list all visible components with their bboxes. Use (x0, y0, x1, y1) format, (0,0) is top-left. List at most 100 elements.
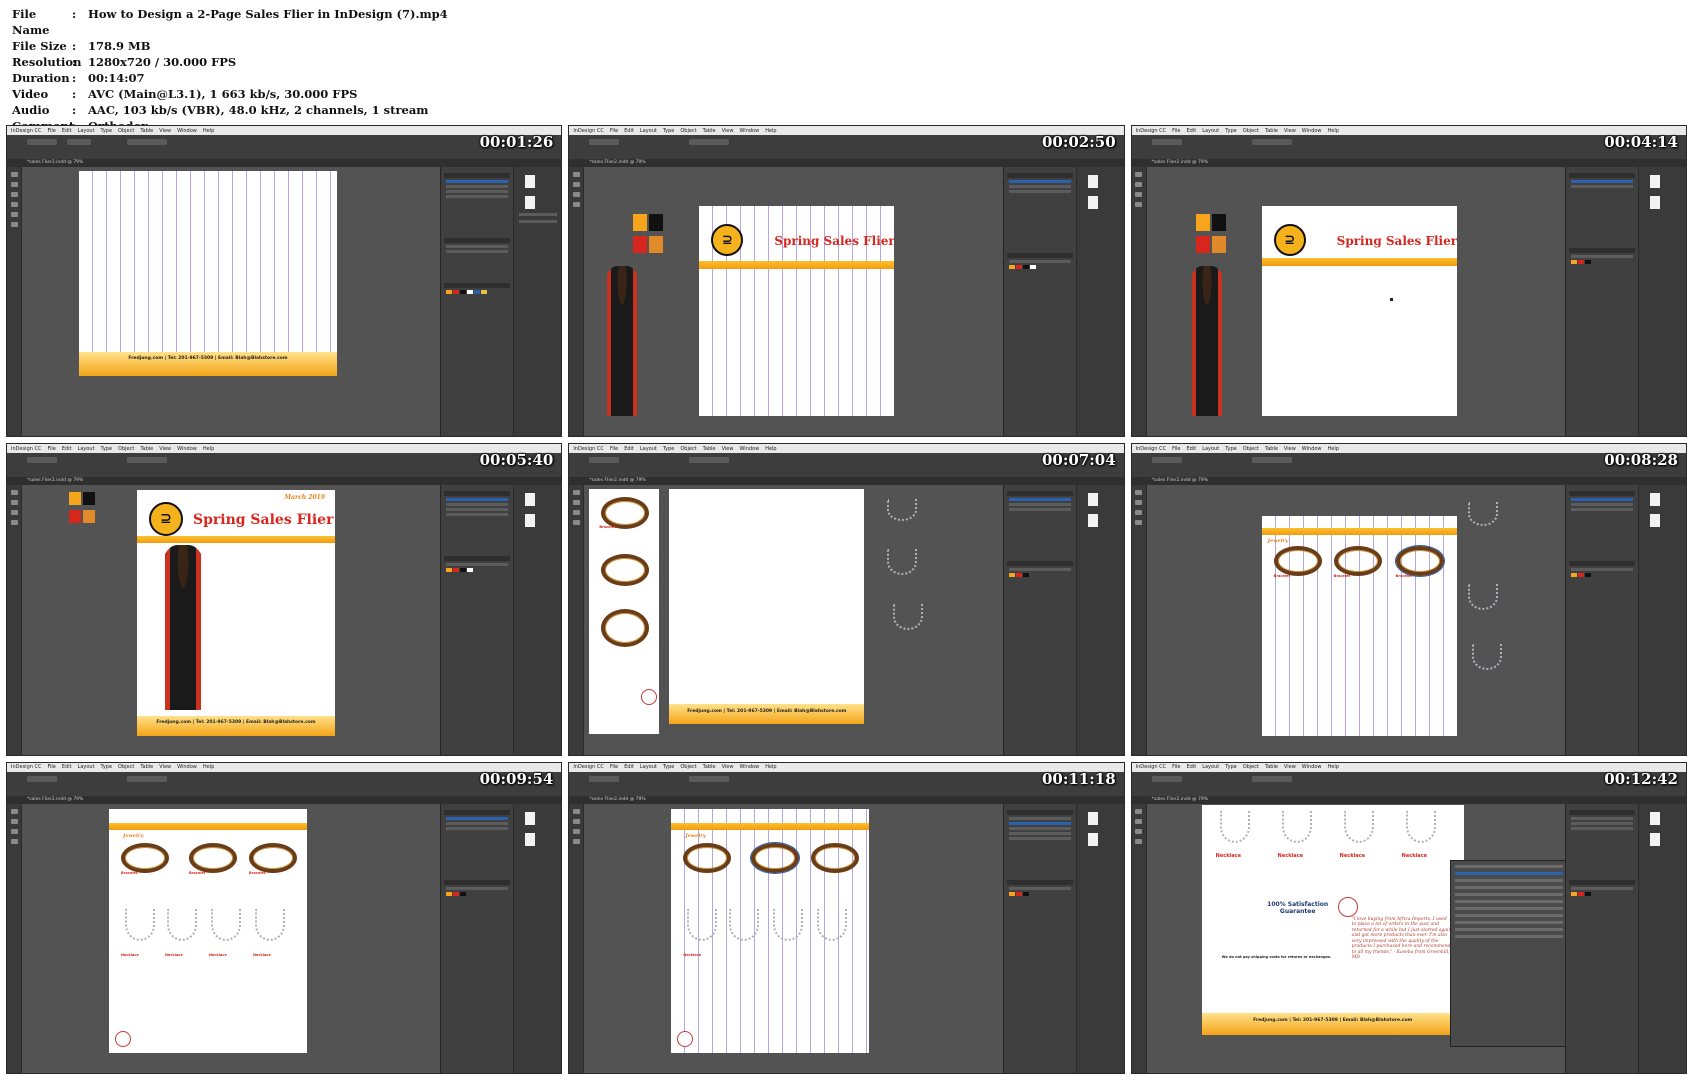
selection-tool-icon[interactable] (572, 490, 580, 496)
menu-item[interactable]: File (1172, 764, 1180, 770)
menu-item[interactable]: Help (765, 446, 776, 452)
menu-item[interactable]: Type (1225, 764, 1236, 770)
necklace-image[interactable] (1219, 810, 1250, 843)
document-page[interactable]: Jewelry Necklace (671, 808, 870, 1053)
bracelet-image[interactable] (1273, 546, 1322, 577)
necklace-image[interactable] (1281, 810, 1312, 843)
necklace-image[interactable] (817, 908, 848, 941)
menu-item[interactable]: Layout (1202, 446, 1219, 452)
pen-tool-icon[interactable] (10, 510, 18, 516)
menu-item[interactable]: View (1284, 764, 1296, 770)
bracelet-image[interactable] (683, 842, 732, 873)
pen-tool-icon[interactable] (10, 202, 18, 207)
necklace-image[interactable] (125, 908, 155, 941)
necklace-image[interactable] (887, 499, 918, 522)
thumbnail[interactable]: InDesign CC File Edit Layout Type Object… (1130, 443, 1687, 756)
footer-band[interactable] (669, 704, 865, 725)
document-tab[interactable]: *sales Flier2.indd @ 79% (1131, 159, 1686, 167)
menu-item[interactable]: Edit (62, 764, 72, 770)
document-page[interactable]: ⊇ Spring Sales Flier (699, 206, 895, 416)
bracelet-image[interactable] (121, 842, 169, 873)
rectangle-tool-icon[interactable] (572, 520, 580, 526)
menu-item[interactable]: Type (1225, 446, 1236, 452)
menu-item[interactable]: Type (1225, 128, 1236, 134)
menu-item[interactable]: File (610, 446, 618, 452)
color-square[interactable] (649, 214, 664, 231)
menu-item[interactable]: Type (101, 764, 112, 770)
document-page[interactable]: Necklace Necklace Necklace Necklace 100%… (1201, 804, 1464, 1035)
character-style-options-dialog[interactable] (1449, 859, 1568, 1047)
rectangle-tool-icon[interactable] (1135, 520, 1143, 526)
header-band[interactable] (137, 536, 335, 544)
menu-item[interactable]: Help (203, 764, 214, 770)
menu-item[interactable]: Layout (78, 764, 95, 770)
menu-item[interactable]: View (1284, 128, 1296, 134)
pen-tool-icon[interactable] (1135, 192, 1143, 197)
necklace-image[interactable] (1471, 644, 1502, 671)
pen-tool-icon[interactable] (10, 828, 18, 834)
thumbnail[interactable]: InDesign CC File Edit Layout Type Object… (568, 443, 1125, 756)
menu-item[interactable]: Layout (640, 446, 657, 452)
color-square[interactable] (69, 492, 81, 506)
menu-item[interactable]: Layout (1202, 128, 1219, 134)
color-square[interactable] (649, 236, 664, 253)
header-band[interactable] (699, 261, 895, 269)
menu-item[interactable]: Layout (640, 128, 657, 134)
menu-item[interactable]: Edit (624, 128, 634, 134)
menu-item[interactable]: Window (1302, 128, 1322, 134)
menu-item[interactable]: File (1172, 446, 1180, 452)
header-band[interactable] (1261, 258, 1457, 266)
pen-tool-icon[interactable] (572, 192, 580, 197)
type-tool-icon[interactable] (1135, 818, 1143, 824)
rectangle-tool-icon[interactable] (572, 202, 580, 207)
logo[interactable]: ⊇ (149, 502, 183, 537)
menu-item[interactable]: File (610, 764, 618, 770)
menu-item[interactable]: Table (1265, 128, 1278, 134)
pasteboard-necklaces[interactable] (879, 489, 924, 639)
menu-item[interactable]: Window (177, 446, 197, 452)
menu-item[interactable]: Object (680, 764, 696, 770)
menu-item[interactable]: Type (101, 446, 112, 452)
color-square[interactable] (1211, 236, 1226, 253)
menu-item[interactable]: Window (739, 446, 759, 452)
direct-select-tool-icon[interactable] (10, 182, 18, 187)
color-square[interactable] (1211, 214, 1226, 231)
necklace-image[interactable] (1343, 810, 1374, 843)
menu-item[interactable]: Object (1243, 446, 1259, 452)
menu-item[interactable]: Window (177, 764, 197, 770)
color-square[interactable] (69, 510, 81, 524)
page-thumbnail[interactable] (525, 175, 536, 188)
hand-tool-icon[interactable] (10, 222, 18, 227)
menu-item[interactable]: File (47, 446, 55, 452)
selection-tool-icon[interactable] (10, 808, 18, 814)
menu-item[interactable]: Table (140, 446, 153, 452)
header-band[interactable] (109, 822, 307, 830)
pen-tool-icon[interactable] (1135, 510, 1143, 516)
menu-item[interactable]: Object (1243, 764, 1259, 770)
necklace-image[interactable] (887, 549, 918, 576)
thumbnail[interactable]: InDesign CC File Edit Layout Type Object… (1130, 125, 1687, 438)
menu-item[interactable]: Table (703, 446, 716, 452)
menu-item[interactable]: Type (663, 128, 674, 134)
document-tab[interactable]: *sales Flier2.indd @ 79% (1131, 795, 1686, 804)
menu-item[interactable]: View (159, 764, 171, 770)
menu-item[interactable]: Type (663, 446, 674, 452)
color-square[interactable] (83, 492, 95, 506)
menu-item[interactable]: Layout (78, 446, 95, 452)
logo[interactable]: ⊇ (1273, 224, 1306, 256)
menu-item[interactable]: File (1172, 128, 1180, 134)
menu-item[interactable]: Layout (78, 128, 95, 134)
type-tool-icon[interactable] (572, 500, 580, 506)
rectangle-tool-icon[interactable] (10, 520, 18, 526)
menu-item[interactable]: Edit (624, 446, 634, 452)
document-tab[interactable]: *sales Flier2.indd @ 79% (569, 477, 1124, 486)
menu-item[interactable]: File (610, 128, 618, 134)
pasteboard-items[interactable]: Bracelet (589, 489, 660, 735)
menu-item[interactable]: Window (1302, 446, 1322, 452)
control-field[interactable] (27, 139, 57, 145)
document-page[interactable]: Jewelry Bracelet Bracelet Bracelet (1261, 516, 1457, 737)
bracelet-image[interactable] (249, 842, 297, 873)
menu-item[interactable]: View (722, 128, 734, 134)
type-tool-icon[interactable] (1135, 182, 1143, 187)
pasteboard-necklaces[interactable] (1462, 494, 1502, 674)
